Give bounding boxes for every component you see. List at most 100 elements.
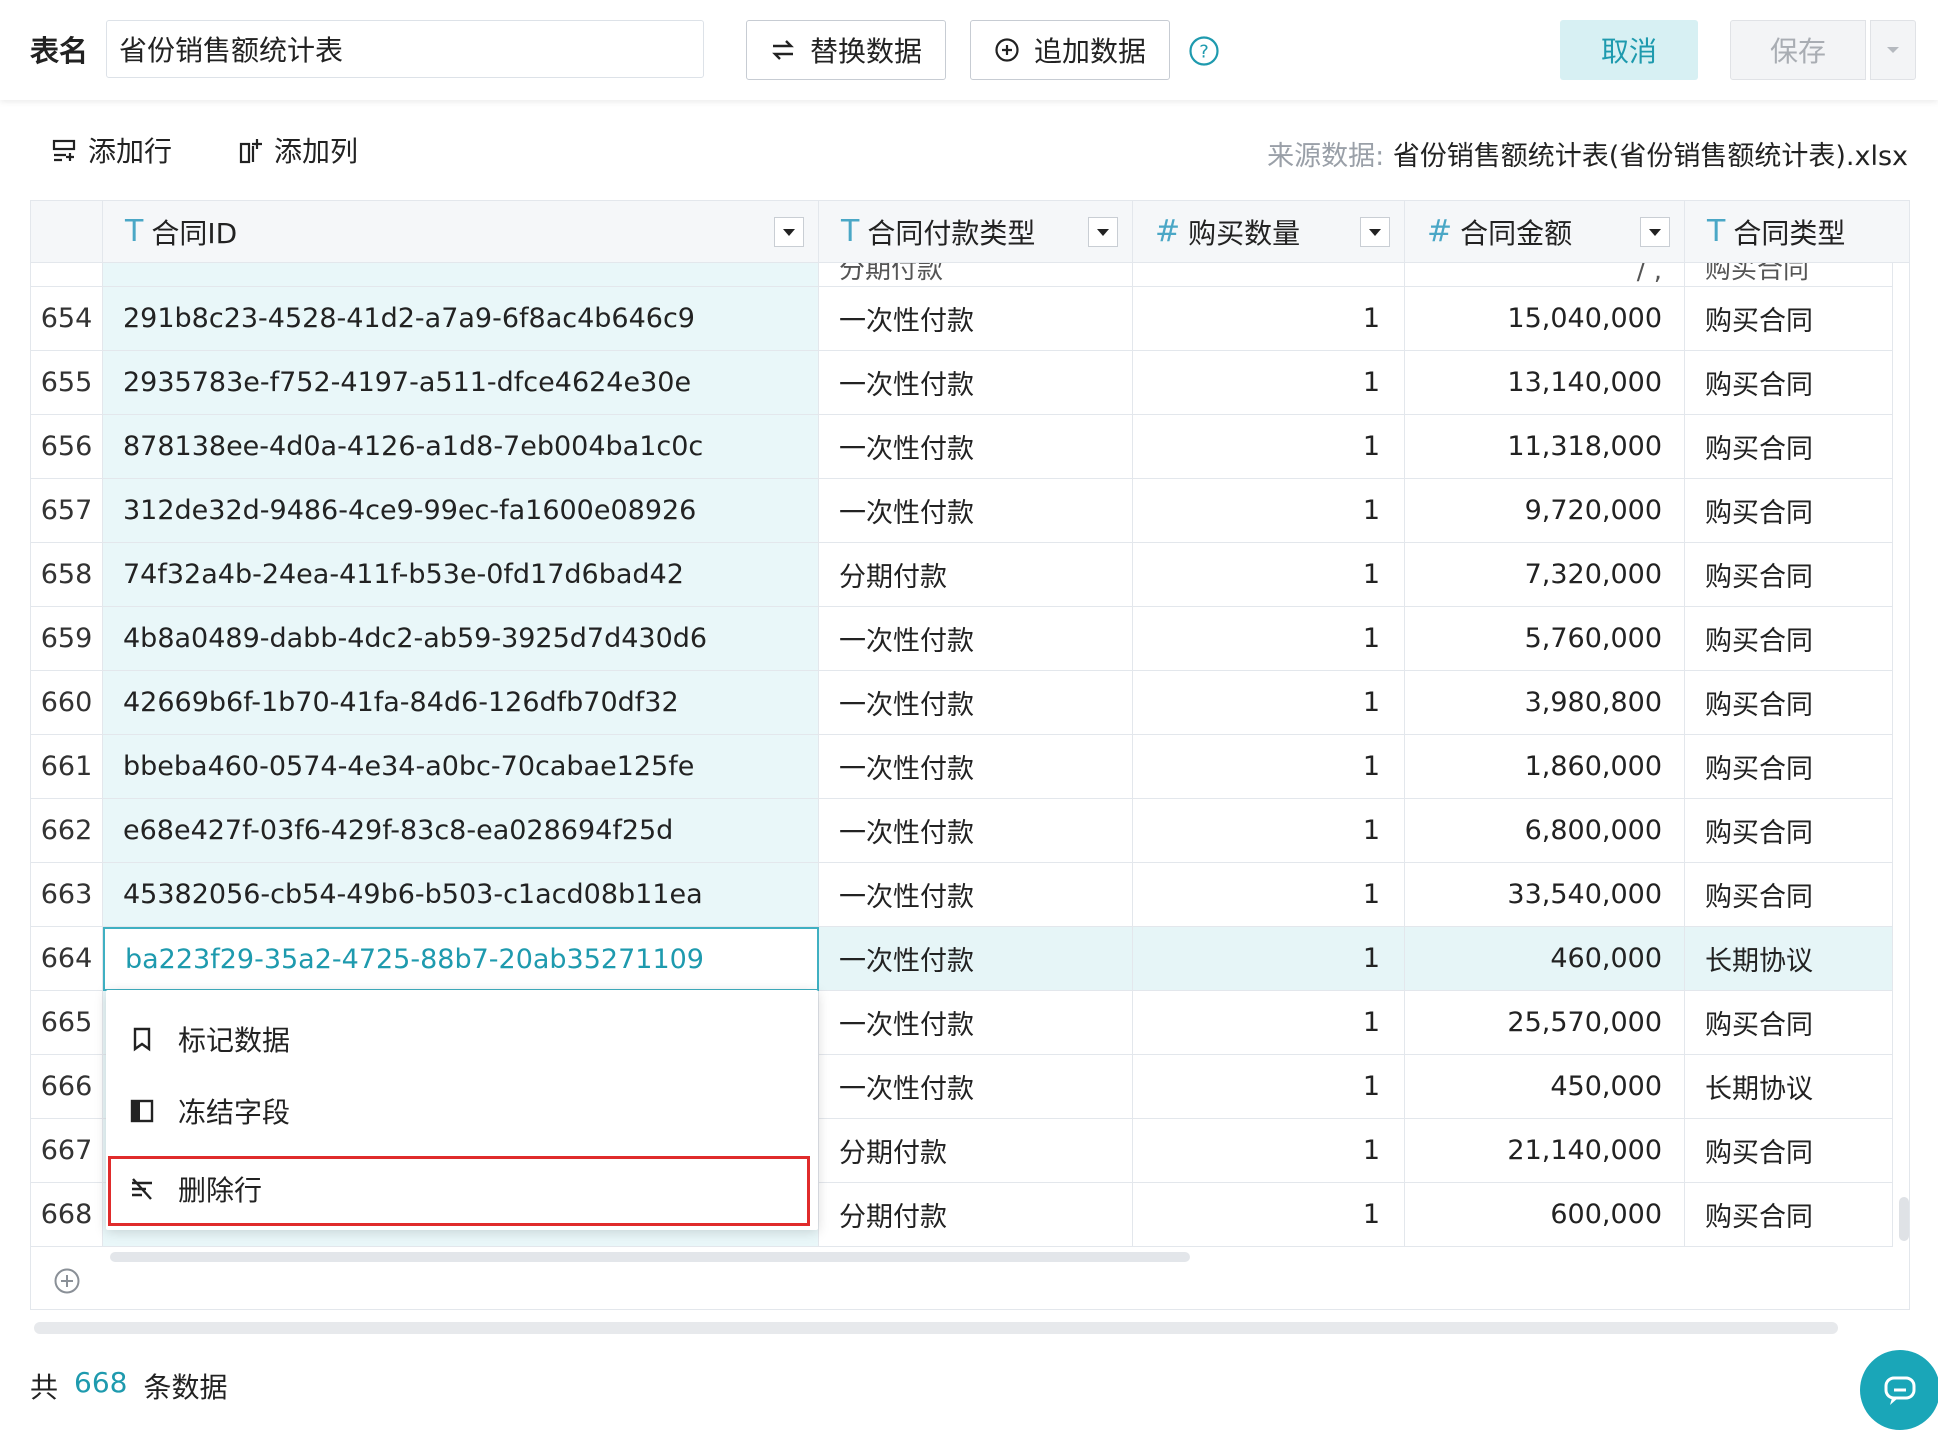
quantity-cell[interactable]: 1 bbox=[1133, 735, 1405, 799]
payment-type-cell[interactable]: 分期付款 bbox=[819, 263, 1133, 287]
contract-type-cell[interactable]: 购买合同 bbox=[1685, 607, 1893, 671]
column-dropdown-icon[interactable] bbox=[1360, 217, 1390, 247]
contract-id-cell[interactable]: 312de32d-9486-4ce9-99ec-fa1600e08926 bbox=[103, 479, 819, 543]
table-row[interactable]: 662 e68e427f-03f6-429f-83c8-ea028694f25d 一… bbox=[31, 799, 1909, 863]
contract-id-cell[interactable]: bbeba460-0574-4e34-a0bc-70cabae125fe bbox=[103, 735, 819, 799]
amount-cell[interactable]: 1,860,000 bbox=[1405, 735, 1685, 799]
page-horizontal-scrollbar[interactable] bbox=[34, 1322, 1838, 1334]
table-name-input[interactable] bbox=[106, 20, 704, 78]
payment-type-cell[interactable]: 分期付款 bbox=[819, 1183, 1133, 1247]
contract-type-cell[interactable]: 购买合同 bbox=[1685, 1183, 1893, 1247]
add-row-plus-icon[interactable] bbox=[52, 1266, 82, 1296]
amount-cell[interactable]: 3,980,800 bbox=[1405, 671, 1685, 735]
column-header-payment-type[interactable]: T 合同付款类型 bbox=[819, 201, 1133, 263]
column-header-amount[interactable]: # 合同金额 bbox=[1405, 201, 1685, 263]
contract-type-cell[interactable]: 购买合同 bbox=[1685, 735, 1893, 799]
payment-type-cell[interactable]: 一次性付款 bbox=[819, 1055, 1133, 1119]
save-dropdown-button[interactable] bbox=[1870, 20, 1916, 80]
contract-type-cell[interactable]: 购买合同 bbox=[1685, 863, 1893, 927]
column-dropdown-icon[interactable] bbox=[1088, 217, 1118, 247]
table-row[interactable]: 661 bbeba460-0574-4e34-a0bc-70cabae125fe 一… bbox=[31, 735, 1909, 799]
column-header-quantity[interactable]: # 购买数量 bbox=[1133, 201, 1405, 263]
amount-cell[interactable]: 7,320,000 bbox=[1405, 543, 1685, 607]
quantity-cell[interactable]: 1 bbox=[1133, 287, 1405, 351]
column-dropdown-icon[interactable] bbox=[774, 217, 804, 247]
payment-type-cell[interactable]: 分期付款 bbox=[819, 1119, 1133, 1183]
payment-type-cell[interactable]: 一次性付款 bbox=[819, 479, 1133, 543]
contract-id-cell[interactable] bbox=[103, 263, 819, 287]
payment-type-cell[interactable]: 一次性付款 bbox=[819, 287, 1133, 351]
amount-cell[interactable]: 5,760,000 bbox=[1405, 607, 1685, 671]
table-row[interactable]: 658 74f32a4b-24ea-411f-b53e-0fd17d6bad42 分… bbox=[31, 543, 1909, 607]
contract-type-cell[interactable]: 购买合同 bbox=[1685, 543, 1893, 607]
payment-type-cell[interactable]: 一次性付款 bbox=[819, 351, 1133, 415]
amount-cell[interactable]: 15,040,000 bbox=[1405, 287, 1685, 351]
payment-type-cell[interactable]: 一次性付款 bbox=[819, 991, 1133, 1055]
contract-type-cell[interactable]: 长期协议 bbox=[1685, 927, 1893, 991]
table-row[interactable]: 663 45382056-cb54-49b6-b503-c1acd08b11ea 一… bbox=[31, 863, 1909, 927]
amount-cell[interactable]: 33,540,000 bbox=[1405, 863, 1685, 927]
quantity-cell[interactable]: 1 bbox=[1133, 799, 1405, 863]
table-row[interactable]: 657 312de32d-9486-4ce9-99ec-fa1600e08926 一… bbox=[31, 479, 1909, 543]
table-row[interactable]: 654 291b8c23-4528-41d2-a7a9-6f8ac4b646c9 一… bbox=[31, 287, 1909, 351]
quantity-cell[interactable]: 1 bbox=[1133, 927, 1405, 991]
mark-data-menu-item[interactable]: 标记数据 bbox=[106, 1004, 818, 1074]
quantity-cell[interactable]: 1 bbox=[1133, 671, 1405, 735]
payment-type-cell[interactable]: 分期付款 bbox=[819, 543, 1133, 607]
quantity-cell[interactable]: 1 bbox=[1133, 1183, 1405, 1247]
quantity-cell[interactable] bbox=[1133, 263, 1405, 287]
contract-id-cell[interactable]: 42669b6f-1b70-41fa-84d6-126dfb70df32 bbox=[103, 671, 819, 735]
table-row[interactable]: 655 2935783e-f752-4197-a511-dfce4624e30e 一… bbox=[31, 351, 1909, 415]
vertical-scrollbar[interactable] bbox=[1899, 1197, 1909, 1241]
payment-type-cell[interactable]: 一次性付款 bbox=[819, 799, 1133, 863]
amount-cell[interactable]: 21,140,000 bbox=[1405, 1119, 1685, 1183]
quantity-cell[interactable]: 1 bbox=[1133, 991, 1405, 1055]
contract-id-cell[interactable]: 291b8c23-4528-41d2-a7a9-6f8ac4b646c9 bbox=[103, 287, 819, 351]
table-row[interactable]: 660 42669b6f-1b70-41fa-84d6-126dfb70df32 一… bbox=[31, 671, 1909, 735]
amount-cell[interactable]: / , bbox=[1405, 263, 1685, 287]
contract-id-cell[interactable]: 74f32a4b-24ea-411f-b53e-0fd17d6bad42 bbox=[103, 543, 819, 607]
freeze-field-menu-item[interactable]: 冻结字段 bbox=[106, 1076, 818, 1146]
chat-support-button[interactable] bbox=[1860, 1350, 1938, 1430]
help-icon[interactable]: ? bbox=[1188, 35, 1220, 67]
amount-cell[interactable]: 25,570,000 bbox=[1405, 991, 1685, 1055]
contract-id-cell[interactable]: ba223f29-35a2-4725-88b7-20ab35271109 bbox=[103, 927, 819, 991]
column-header-contract-type[interactable]: T 合同类型 bbox=[1685, 201, 1909, 263]
quantity-cell[interactable]: 1 bbox=[1133, 351, 1405, 415]
cancel-button[interactable]: 取消 bbox=[1560, 20, 1698, 80]
payment-type-cell[interactable]: 一次性付款 bbox=[819, 863, 1133, 927]
replace-data-button[interactable]: 替换数据 bbox=[746, 20, 946, 80]
amount-cell[interactable]: 460,000 bbox=[1405, 927, 1685, 991]
amount-cell[interactable]: 13,140,000 bbox=[1405, 351, 1685, 415]
contract-type-cell[interactable]: 购买合同 bbox=[1685, 263, 1893, 287]
contract-type-cell[interactable]: 购买合同 bbox=[1685, 799, 1893, 863]
payment-type-cell[interactable]: 一次性付款 bbox=[819, 415, 1133, 479]
contract-id-cell[interactable]: 878138ee-4d0a-4126-a1d8-7eb004ba1c0c bbox=[103, 415, 819, 479]
contract-id-cell[interactable]: 2935783e-f752-4197-a511-dfce4624e30e bbox=[103, 351, 819, 415]
table-row[interactable]: 659 4b8a0489-dabb-4dc2-ab59-3925d7d430d6 一… bbox=[31, 607, 1909, 671]
amount-cell[interactable]: 450,000 bbox=[1405, 1055, 1685, 1119]
payment-type-cell[interactable]: 一次性付款 bbox=[819, 607, 1133, 671]
contract-id-cell[interactable]: 45382056-cb54-49b6-b503-c1acd08b11ea bbox=[103, 863, 819, 927]
quantity-cell[interactable]: 1 bbox=[1133, 479, 1405, 543]
add-row-button[interactable]: 添加行 bbox=[50, 130, 172, 170]
grid-horizontal-scrollbar[interactable] bbox=[110, 1252, 1190, 1262]
payment-type-cell[interactable]: 一次性付款 bbox=[819, 671, 1133, 735]
quantity-cell[interactable]: 1 bbox=[1133, 543, 1405, 607]
quantity-cell[interactable]: 1 bbox=[1133, 863, 1405, 927]
payment-type-cell[interactable]: 一次性付款 bbox=[819, 927, 1133, 991]
contract-type-cell[interactable]: 购买合同 bbox=[1685, 287, 1893, 351]
table-row-selected[interactable]: 664 ba223f29-35a2-4725-88b7-20ab35271109 一… bbox=[31, 927, 1909, 991]
amount-cell[interactable]: 6,800,000 bbox=[1405, 799, 1685, 863]
quantity-cell[interactable]: 1 bbox=[1133, 415, 1405, 479]
contract-type-cell[interactable]: 购买合同 bbox=[1685, 1119, 1893, 1183]
amount-cell[interactable]: 600,000 bbox=[1405, 1183, 1685, 1247]
contract-type-cell[interactable]: 购买合同 bbox=[1685, 351, 1893, 415]
quantity-cell[interactable]: 1 bbox=[1133, 1119, 1405, 1183]
quantity-cell[interactable]: 1 bbox=[1133, 1055, 1405, 1119]
save-button[interactable]: 保存 bbox=[1730, 20, 1866, 80]
table-row[interactable]: 656 878138ee-4d0a-4126-a1d8-7eb004ba1c0c 一… bbox=[31, 415, 1909, 479]
contract-id-cell[interactable]: 4b8a0489-dabb-4dc2-ab59-3925d7d430d6 bbox=[103, 607, 819, 671]
add-column-button[interactable]: 添加列 bbox=[236, 130, 358, 170]
contract-type-cell[interactable]: 购买合同 bbox=[1685, 671, 1893, 735]
